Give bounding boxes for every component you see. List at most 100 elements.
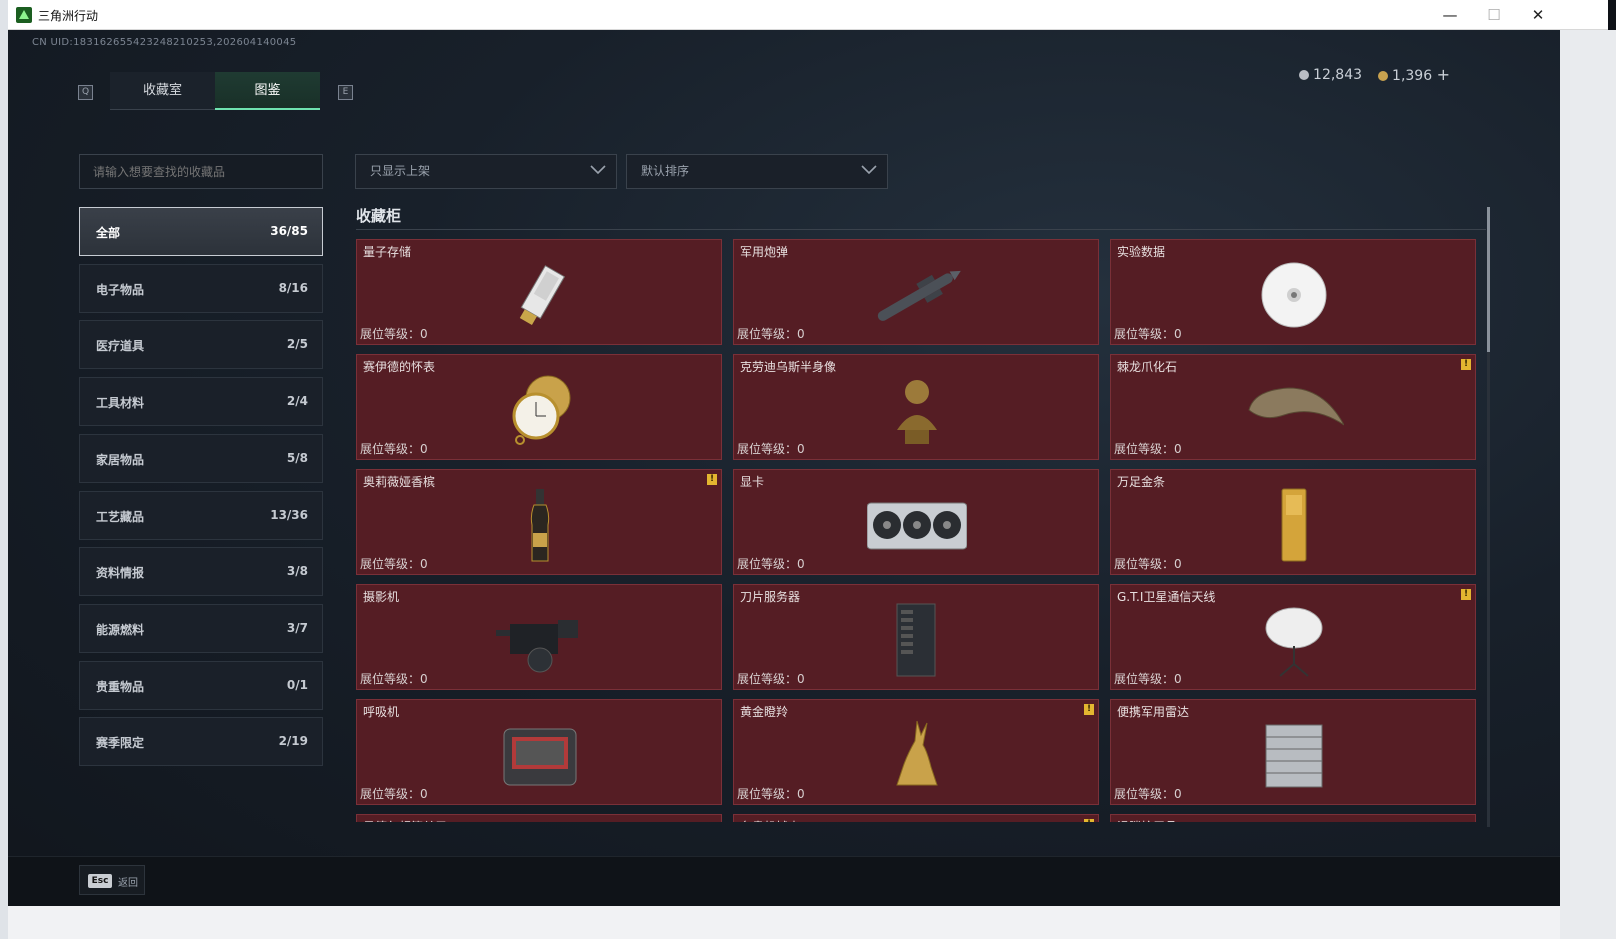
- collection-item-card[interactable]: 摄影机 展位等级：0: [356, 584, 722, 690]
- graphics-card-icon: [866, 485, 968, 565]
- category-count: 13/36: [270, 507, 308, 522]
- item-name: 黄金瞪羚: [740, 705, 789, 719]
- radar-icon: [1244, 715, 1344, 795]
- category-count: 3/7: [286, 620, 308, 635]
- claw-fossil-icon: [1244, 370, 1345, 450]
- uid-label: CN UID:1831626554232482102­53,2026041400…: [32, 37, 297, 48]
- prev-tab-key-hint: Q: [78, 85, 93, 100]
- category-count: 2/4: [286, 394, 308, 409]
- category-count: 3/8: [286, 564, 308, 579]
- collection-item-card[interactable]: 滑膛枪展品展位等级：0: [1110, 814, 1476, 822]
- collection-item-card[interactable]: 赛伊德的怀表 展位等级：0: [356, 354, 722, 460]
- game-viewport: CN UID:1831626554232482102­53,2026041400…: [8, 30, 1560, 906]
- collection-item-card[interactable]: 曼德尔超算单元展位等级：0: [356, 814, 722, 822]
- esc-key-hint: Esc: [88, 874, 112, 888]
- category-item[interactable]: 工艺藏品 13/36: [79, 490, 323, 540]
- tab-catalog[interactable]: 图鉴: [215, 72, 320, 110]
- category-item[interactable]: 赛季限定 2/19: [79, 717, 323, 767]
- item-name: 奥莉薇娅香槟: [363, 475, 436, 489]
- collection-item-card[interactable]: 显卡 展位等级：0: [733, 469, 1099, 575]
- tab-collection-room[interactable]: 收藏室: [110, 72, 215, 110]
- close-button[interactable]: ✕: [1516, 0, 1560, 30]
- item-name: 呼吸机: [363, 705, 400, 719]
- item-name: 名贵机械表: [740, 818, 800, 822]
- collection-item-card[interactable]: 名贵机械表展位等级：0!: [733, 814, 1099, 822]
- chevron-down-icon: [590, 165, 606, 175]
- maximize-button[interactable]: ☐: [1472, 0, 1516, 30]
- currency-bar: 12,843 1,396 +: [1299, 65, 1450, 84]
- pocket-watch-icon: [490, 370, 590, 450]
- category-item[interactable]: 家居物品 5/8: [79, 433, 323, 483]
- collection-item-card[interactable]: 军用炮弹 展位等级：0: [733, 239, 1099, 345]
- collection-item-card[interactable]: 奥莉薇娅香槟 展位等级：0!: [356, 469, 722, 575]
- item-display-level: 展位等级：0: [737, 557, 805, 571]
- item-display-level: 展位等级：0: [360, 787, 428, 801]
- collection-item-card[interactable]: 量子存储展位等级：0: [356, 239, 722, 345]
- collection-item-card[interactable]: 刀片服务器 展位等级：0: [733, 584, 1099, 690]
- category-item[interactable]: 工具材料 2/4: [79, 377, 323, 427]
- category-item[interactable]: 贵重物品 0/1: [79, 660, 323, 710]
- category-item[interactable]: 能源燃料 3/7: [79, 603, 323, 653]
- item-name: 曼德尔超算单元: [363, 818, 447, 822]
- panel-divider: [356, 229, 1486, 230]
- collection-item-card[interactable]: 棘龙爪化石 展位等级：0!: [1110, 354, 1476, 460]
- category-item[interactable]: 资料情报 3/8: [79, 547, 323, 597]
- camera-icon: [490, 600, 590, 680]
- bust-icon: [867, 370, 967, 450]
- item-display-level: 展位等级：0: [1114, 327, 1182, 341]
- sort-dropdown[interactable]: 默认排序: [626, 154, 888, 189]
- add-gold-button[interactable]: +: [1437, 65, 1450, 84]
- app-logo-icon: [16, 7, 32, 23]
- ventilator-icon: [490, 715, 590, 795]
- item-name: 棘龙爪化石: [1117, 360, 1178, 374]
- item-name: 军用炮弹: [740, 245, 789, 259]
- item-display-level: 展位等级：0: [1114, 442, 1182, 456]
- item-name: 便携军用雷达: [1117, 705, 1190, 719]
- desktop-right-edge: [1560, 30, 1616, 939]
- item-name: 量子存储: [363, 245, 412, 259]
- category-label: 赛季限定: [96, 736, 145, 751]
- collection-item-card[interactable]: G.T.I卫星通信天线 展位等级：0!: [1110, 584, 1476, 690]
- collection-item-card[interactable]: 便携军用雷达 展位等级：0: [1110, 699, 1476, 805]
- minimize-button[interactable]: —: [1428, 0, 1472, 30]
- search-input[interactable]: [79, 154, 323, 189]
- sort-value: 默认排序: [641, 164, 690, 178]
- category-item[interactable]: 医疗道具 2/5: [79, 320, 323, 370]
- bottom-bar: Esc 返回: [8, 856, 1560, 906]
- scrollbar-thumb[interactable]: [1487, 207, 1490, 352]
- silver-coin-icon: [1299, 69, 1310, 80]
- back-button[interactable]: Esc 返回: [79, 865, 145, 895]
- champagne-icon: [490, 485, 590, 565]
- item-name: 滑膛枪展品: [1117, 818, 1177, 822]
- collection-item-card[interactable]: 黄金瞪羚展位等级：0!: [733, 699, 1099, 805]
- category-label: 工具材料: [96, 396, 145, 411]
- window-title: 三角洲行动: [38, 9, 99, 23]
- desktop-left-edge: [0, 0, 8, 939]
- item-display-level: 展位等级：0: [737, 787, 805, 801]
- item-name: G.T.I卫星通信天线: [1117, 590, 1216, 604]
- gold-bar-icon: [1244, 485, 1344, 565]
- item-display-level: 展位等级：0: [360, 557, 428, 571]
- category-label: 电子物品: [96, 282, 145, 297]
- category-label: 贵重物品: [96, 679, 145, 694]
- collection-item-card[interactable]: 克劳迪乌斯半身像 展位等级：0: [733, 354, 1099, 460]
- display-filter-dropdown[interactable]: 只显示上架: [355, 154, 617, 189]
- gold-currency: 1,396 +: [1378, 65, 1450, 84]
- collection-item-card[interactable]: 实验数据 展位等级：0: [1110, 239, 1476, 345]
- category-label: 全部: [96, 226, 121, 240]
- alert-badge-icon: !: [1084, 704, 1094, 715]
- item-display-level: 展位等级：0: [360, 327, 428, 341]
- panel-title: 收藏柜: [356, 207, 402, 225]
- item-display-level: 展位等级：0: [360, 672, 428, 686]
- collection-item-card[interactable]: 呼吸机展位等级：0: [356, 699, 722, 805]
- item-display-level: 展位等级：0: [360, 442, 428, 456]
- category-label: 家居物品: [96, 452, 145, 467]
- collection-item-card[interactable]: 万足金条 展位等级：0: [1110, 469, 1476, 575]
- server-icon: [867, 600, 967, 680]
- collection-grid: 量子存储 展位等级：0 军用炮弹 展位等级：0 实验数据 展位等级：0 赛伊德的怀表 展位等级…: [356, 239, 1481, 822]
- category-label: 医疗道具: [96, 339, 145, 354]
- gold-coin-icon: [1378, 71, 1389, 81]
- category-item[interactable]: 电子物品 8/16: [79, 263, 323, 313]
- category-item[interactable]: 全部 36/85: [79, 207, 323, 256]
- missile-icon: [867, 255, 967, 335]
